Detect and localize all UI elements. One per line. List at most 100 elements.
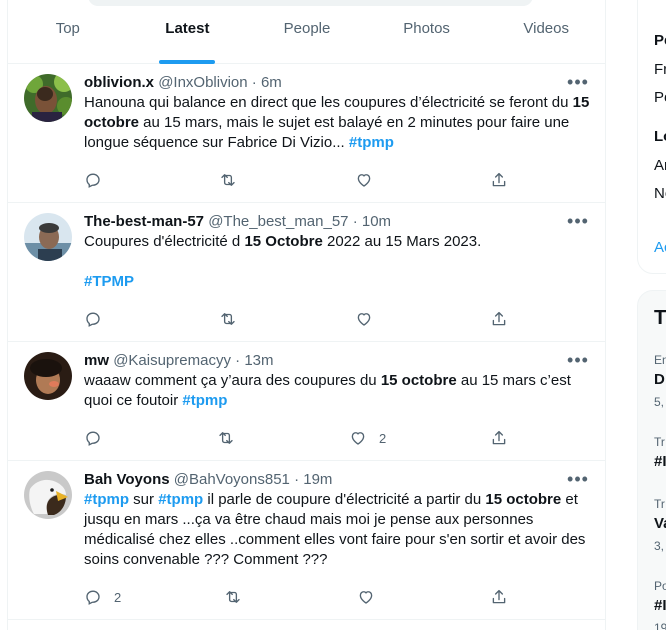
tab-bar: Top Latest People Photos Videos	[8, 0, 606, 64]
reply-button[interactable]	[84, 429, 114, 447]
user-handle[interactable]: @Kaisupremacyy	[113, 352, 231, 369]
like-button[interactable]	[355, 171, 385, 189]
tab-label: Top	[55, 19, 80, 37]
retweet-icon	[221, 174, 235, 186]
share-button[interactable]	[490, 588, 508, 606]
trends-card: T En D 5, Tr #I Tr Va 3, Po #I 19	[637, 290, 666, 630]
retweet-button[interactable]	[219, 310, 237, 328]
hashtag-link[interactable]: #TPMP	[84, 273, 134, 290]
tweet[interactable]: Bah Voyons @BahVoyons851 · 19m #tpmp sur…	[8, 461, 606, 620]
share-icon	[492, 589, 506, 604]
heart-icon	[359, 591, 373, 604]
user-handle[interactable]: @InxOblivion	[158, 74, 247, 91]
user-handle[interactable]: @BahVoyons851	[174, 471, 290, 488]
more-options-icon[interactable]: •••	[567, 211, 588, 231]
separator: ·	[352, 213, 358, 230]
filter-option[interactable]: Pe	[654, 89, 666, 106]
share-button[interactable]	[490, 171, 508, 189]
avatar[interactable]	[24, 213, 72, 261]
tab-videos[interactable]: Videos	[486, 0, 606, 64]
card-title: T	[654, 307, 666, 329]
trend-name[interactable]: #I	[654, 453, 666, 470]
display-name[interactable]: Bah Voyons	[84, 471, 170, 488]
hashtag-link[interactable]: #tpmp	[349, 134, 394, 151]
separator: ·	[235, 352, 241, 369]
trend-name[interactable]: Va	[654, 515, 666, 532]
retweet-icon	[219, 432, 233, 444]
hashtag-link[interactable]: #tpmp	[158, 491, 203, 508]
heart-icon	[357, 313, 371, 326]
like-button[interactable]	[355, 310, 385, 328]
filter-option[interactable]: No	[654, 185, 666, 202]
timestamp[interactable]: 13m	[244, 352, 273, 369]
avatar[interactable]	[24, 352, 72, 400]
hashtag-link[interactable]: #tpmp	[84, 491, 129, 508]
text-fragment: Hanouna qui balance en direct que les co…	[84, 94, 573, 111]
trend-name[interactable]: D	[654, 371, 665, 388]
share-button[interactable]	[490, 310, 508, 328]
share-icon	[492, 430, 506, 445]
highlighted-term: 15 octobre	[380, 372, 457, 389]
tweet[interactable]: oblivion.x @InxOblivion · 6m Hanouna qui…	[8, 64, 606, 203]
tweet[interactable]: The-best-man-57 @The_best_man_57 · 10m C…	[8, 203, 606, 342]
reply-button[interactable]: 2	[84, 588, 121, 606]
retweet-button[interactable]	[217, 429, 235, 447]
tab-people[interactable]: People	[247, 0, 367, 64]
reply-button[interactable]	[84, 171, 114, 189]
tweet-actions	[84, 310, 514, 330]
text-fragment: au 15 mars, mais le sujet est balayé en …	[84, 114, 570, 151]
timestamp[interactable]: 19m	[303, 471, 332, 488]
retweet-button[interactable]	[219, 171, 237, 189]
advanced-search-link[interactable]: Ac	[654, 239, 666, 256]
separator: ·	[251, 74, 257, 91]
display-name[interactable]: oblivion.x	[84, 74, 154, 91]
like-button[interactable]	[357, 588, 387, 606]
retweet-icon	[226, 591, 240, 603]
more-options-icon[interactable]: •••	[567, 72, 588, 92]
search-results-page: Top Latest People Photos Videos oblivion…	[0, 0, 666, 630]
tab-label: Videos	[523, 19, 569, 37]
retweet-button[interactable]	[224, 588, 242, 606]
text-fragment: waaaw comment ça y’aura des coupures du	[84, 372, 381, 389]
avatar[interactable]	[24, 471, 72, 519]
reply-count: 2	[114, 589, 122, 605]
more-options-icon[interactable]: •••	[567, 469, 588, 489]
tweet-text: Coupures d'électricité d 15 Octobre 2022…	[84, 232, 590, 292]
tab-label: People	[283, 19, 331, 37]
hashtag-link[interactable]: #tpmp	[182, 392, 227, 409]
trend-count: 3,	[654, 539, 665, 553]
reply-button[interactable]	[84, 310, 114, 328]
tab-top[interactable]: Top	[8, 0, 128, 64]
tweet[interactable]: mw @Kaisupremacyy · 13m waaaw comment ça…	[8, 342, 606, 461]
tweet-text: waaaw comment ça y’aura des coupures du …	[84, 371, 590, 411]
filter-option[interactable]: Ar	[654, 157, 666, 174]
avatar[interactable]	[24, 74, 72, 122]
tab-latest[interactable]: Latest	[128, 0, 248, 64]
user-handle[interactable]: @The_best_man_57	[208, 213, 348, 230]
tab-label: Photos	[403, 19, 450, 37]
share-icon	[492, 311, 506, 326]
more-options-icon[interactable]: •••	[567, 350, 588, 370]
like-button[interactable]: 2	[349, 429, 386, 447]
timestamp[interactable]: 6m	[261, 74, 282, 91]
reply-icon	[86, 431, 100, 446]
text-fragment: 2022 au 15 Mars 2023.	[322, 233, 482, 250]
trend-name[interactable]: #I	[654, 597, 666, 614]
share-icon	[492, 172, 506, 187]
text-fragment: il parle de coupure d'électricité a part…	[203, 491, 486, 508]
trend-context: Po	[654, 579, 666, 593]
main-column: Top Latest People Photos Videos oblivion…	[7, 0, 606, 630]
share-button[interactable]	[490, 429, 508, 447]
tweet-actions: 2	[84, 588, 514, 608]
heart-icon	[351, 432, 365, 445]
tab-photos[interactable]: Photos	[367, 0, 487, 64]
filter-option[interactable]: Fr	[654, 61, 666, 78]
tweet-actions: 2	[84, 429, 514, 449]
timestamp[interactable]: 10m	[362, 213, 391, 230]
trend-context: Tr	[654, 435, 665, 449]
trend-context: En	[654, 353, 666, 367]
display-name[interactable]: The-best-man-57	[84, 213, 204, 230]
display-name[interactable]: mw	[84, 352, 109, 369]
tweet-actions	[84, 171, 514, 191]
trend-context: Tr	[654, 497, 665, 511]
